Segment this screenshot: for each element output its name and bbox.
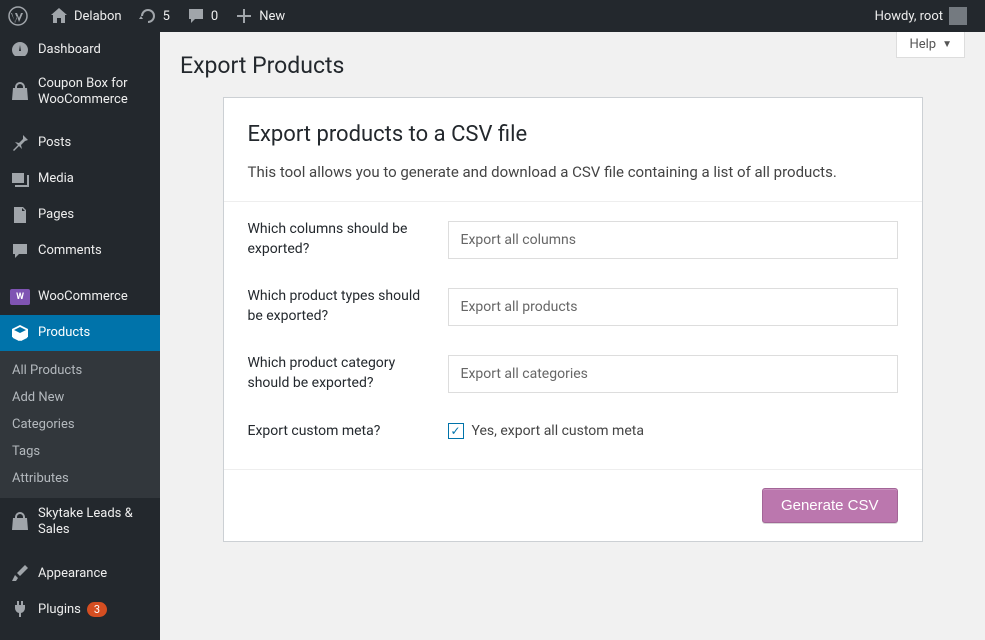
columns-label: Which columns should be exported?: [248, 220, 448, 259]
menu-comments[interactable]: Comments: [0, 233, 160, 269]
columns-select[interactable]: Export all columns: [448, 221, 898, 259]
submenu-tags[interactable]: Tags: [0, 438, 160, 465]
meta-label: Export custom meta?: [248, 422, 448, 442]
avatar: [949, 7, 967, 25]
box-description: This tool allows you to generate and dow…: [248, 163, 898, 181]
new-label: New: [259, 9, 285, 24]
updates-item[interactable]: 5: [130, 0, 178, 32]
meta-checkbox-wrap[interactable]: ✓ Yes, export all custom meta: [448, 423, 898, 439]
menu-posts[interactable]: Posts: [0, 125, 160, 161]
content-area: Help ▼ Export Products Export products t…: [160, 32, 985, 640]
chevron-down-icon: ▼: [942, 39, 952, 50]
admin-bar-left: Delabon 5 0 New: [0, 0, 293, 32]
types-label: Which product types should be exported?: [248, 287, 448, 326]
menu-skytake[interactable]: Skytake Leads & Sales: [0, 498, 160, 545]
woocommerce-icon: W: [10, 287, 30, 307]
comment-icon: [10, 241, 30, 261]
brush-icon: [10, 563, 30, 583]
plugins-badge: 3: [87, 602, 107, 617]
plus-icon: [234, 6, 254, 26]
meta-checkbox-label: Yes, export all custom meta: [472, 423, 644, 439]
menu-appearance[interactable]: Appearance: [0, 555, 160, 591]
comment-icon: [186, 6, 206, 26]
row-types: Which product types should be exported? …: [248, 287, 898, 326]
admin-bar-right: Howdy, root: [867, 0, 975, 32]
bag-icon: [10, 82, 30, 102]
comments-count: 0: [211, 9, 218, 24]
menu-plugins[interactable]: Plugins 3: [0, 591, 160, 627]
bag-icon: [10, 512, 30, 532]
menu-coupon-box[interactable]: Coupon Box for WooCommerce: [0, 68, 160, 115]
page-title: Export Products: [180, 32, 965, 97]
box-heading: Export products to a CSV file: [248, 122, 898, 147]
admin-bar: Delabon 5 0 New Howdy, root: [0, 0, 985, 32]
wp-logo-item[interactable]: [0, 0, 41, 32]
updates-count: 5: [163, 9, 170, 24]
submenu-attributes[interactable]: Attributes: [0, 465, 160, 492]
dashboard-icon: [10, 40, 30, 60]
site-name-item[interactable]: Delabon: [41, 0, 130, 32]
greeting: Howdy, root: [875, 9, 943, 24]
row-columns: Which columns should be exported? Export…: [248, 220, 898, 259]
generate-csv-button[interactable]: Generate CSV: [762, 488, 898, 523]
account-item[interactable]: Howdy, root: [867, 0, 975, 32]
types-select[interactable]: Export all products: [448, 288, 898, 326]
category-select[interactable]: Export all categories: [448, 355, 898, 393]
media-icon: [10, 169, 30, 189]
submenu-products: All Products Add New Categories Tags Att…: [0, 351, 160, 498]
export-box: Export products to a CSV file This tool …: [223, 97, 923, 542]
menu-woocommerce[interactable]: W WooCommerce: [0, 279, 160, 315]
menu-dashboard[interactable]: Dashboard: [0, 32, 160, 68]
page-icon: [10, 205, 30, 225]
box-footer: Generate CSV: [224, 469, 922, 541]
comments-item[interactable]: 0: [178, 0, 226, 32]
submenu-categories[interactable]: Categories: [0, 411, 160, 438]
category-label: Which product category should be exporte…: [248, 354, 448, 393]
updates-icon: [138, 6, 158, 26]
site-name: Delabon: [74, 9, 122, 24]
box-header: Export products to a CSV file This tool …: [224, 98, 922, 202]
box-body: Which columns should be exported? Export…: [224, 202, 922, 469]
new-item[interactable]: New: [226, 0, 293, 32]
pin-icon: [10, 133, 30, 153]
submenu-add-new[interactable]: Add New: [0, 384, 160, 411]
menu-pages[interactable]: Pages: [0, 197, 160, 233]
menu-media[interactable]: Media: [0, 161, 160, 197]
products-icon: [10, 323, 30, 343]
plugin-icon: [10, 599, 30, 619]
row-meta: Export custom meta? ✓ Yes, export all cu…: [248, 422, 898, 442]
help-tab[interactable]: Help ▼: [896, 32, 965, 58]
menu-products[interactable]: Products: [0, 315, 160, 351]
home-icon: [49, 6, 69, 26]
admin-sidebar: Dashboard Coupon Box for WooCommerce Pos…: [0, 32, 160, 640]
checkbox-checked-icon: ✓: [448, 423, 464, 439]
submenu-all-products[interactable]: All Products: [0, 357, 160, 384]
wordpress-icon: [8, 6, 28, 26]
row-category: Which product category should be exporte…: [248, 354, 898, 393]
